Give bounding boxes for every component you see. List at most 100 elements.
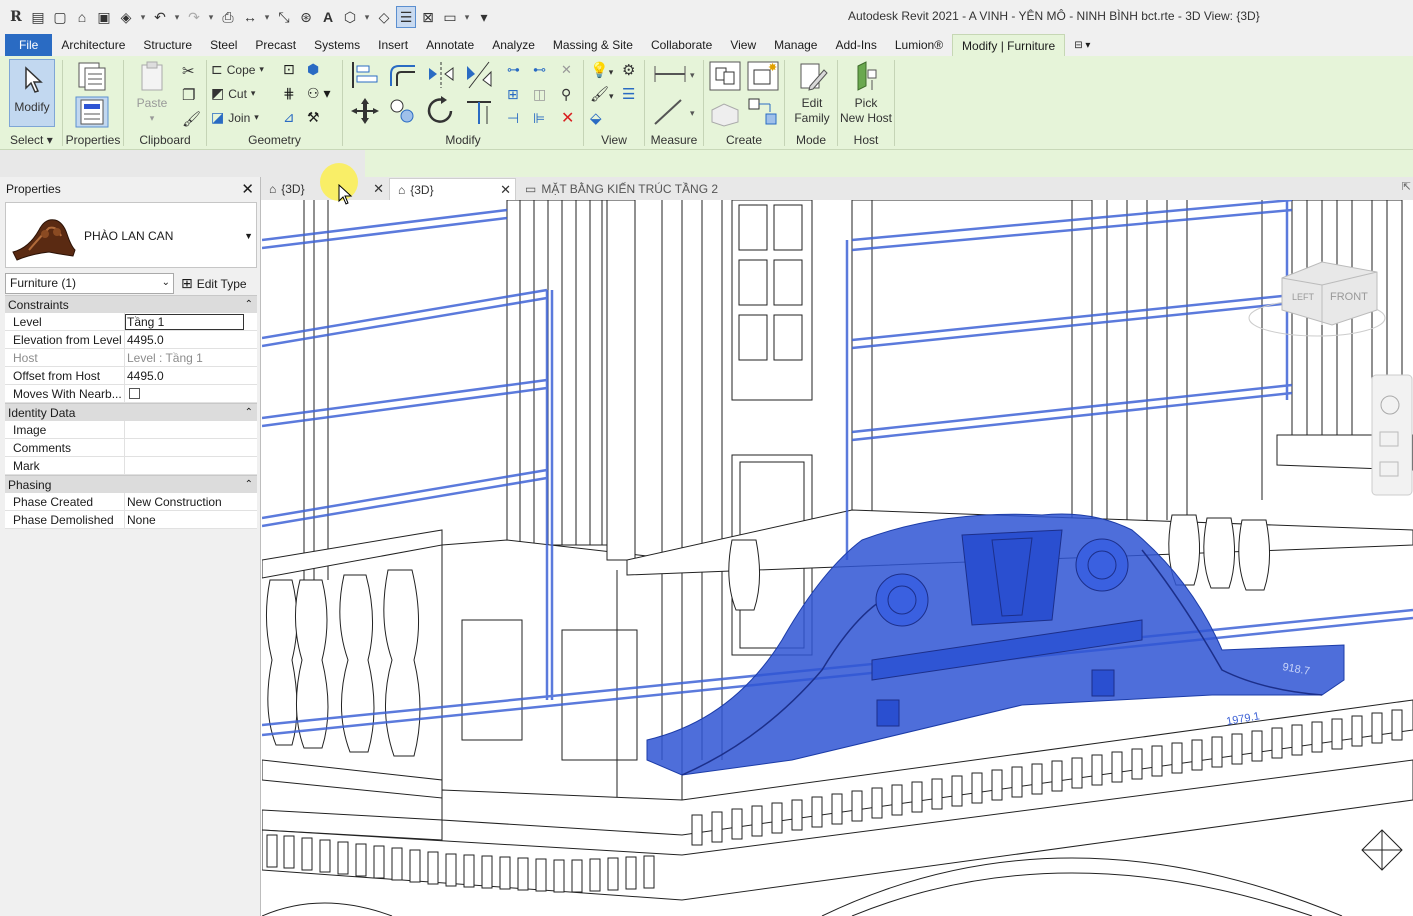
copy-element-icon[interactable] (387, 96, 419, 126)
home-icon[interactable]: ▤ (28, 6, 48, 28)
tag-icon[interactable]: ⊛ (296, 6, 316, 28)
match-type-icon[interactable]: 🖌 (182, 110, 201, 128)
undo-dropdown-icon[interactable]: ▾ (172, 12, 182, 23)
tab-add-ins[interactable]: Add-Ins (826, 34, 885, 56)
move-icon[interactable] (349, 96, 381, 126)
instance-filter-select[interactable]: Furniture (1) ⌄ (5, 273, 174, 294)
filter-icon[interactable]: ☰ (622, 85, 635, 103)
beam-join-icon[interactable]: ⊿ (283, 109, 295, 126)
category-identity[interactable]: Identity Data ⌃ (5, 403, 257, 421)
split-gap-icon[interactable]: ⊷ (533, 62, 546, 78)
close-hidden-icon[interactable]: ⊠ (418, 6, 438, 28)
trim-multiple-icon[interactable]: ⊫ (533, 110, 545, 127)
switch-windows-icon[interactable]: ▭ (440, 6, 460, 28)
text-icon[interactable]: A (318, 6, 338, 28)
comments-value[interactable] (125, 439, 257, 456)
category-constraints[interactable]: Constraints ⌃ (5, 295, 257, 313)
new-icon[interactable]: ▢ (50, 6, 70, 28)
select-panel-label[interactable]: Select ▾ (0, 133, 62, 147)
properties-close-icon[interactable]: ✕ (241, 180, 254, 198)
create-assembly-icon[interactable] (708, 60, 742, 92)
tab-systems[interactable]: Systems (305, 34, 369, 56)
close-tab-icon[interactable]: ✕ (500, 182, 511, 198)
tab-analyze[interactable]: Analyze (483, 34, 544, 56)
tab-collaborate[interactable]: Collaborate (642, 34, 721, 56)
collapse-icon[interactable]: ⌃ (245, 299, 253, 310)
cut-scissors-icon[interactable]: ✂ (182, 62, 200, 80)
level-value[interactable]: Tầng 1 (125, 314, 244, 330)
wall-joins-icon[interactable]: ⋕ (283, 85, 295, 102)
tab-modify-furniture[interactable]: Modify | Furniture (952, 34, 1066, 56)
switch-dropdown-icon[interactable]: ▾ (462, 12, 472, 23)
pick-new-host-button[interactable]: Pick New Host (838, 60, 894, 126)
family-types-icon[interactable] (75, 60, 109, 92)
array-icon[interactable]: ⊞ (507, 86, 519, 103)
dimension-icon[interactable]: ⤡ (274, 6, 294, 28)
cut-geometry-button[interactable]: ◩ Cut ▾ (211, 85, 255, 102)
thin-lines-icon[interactable]: ☰ (396, 6, 416, 28)
image-value[interactable] (125, 421, 257, 438)
measure-between-icon[interactable]: ▾ (651, 62, 697, 86)
measure-dropdown-icon[interactable]: ▾ (262, 12, 272, 23)
3d-dropdown-icon[interactable]: ▾ (362, 12, 372, 23)
phase-demolished-value[interactable]: None (125, 511, 257, 528)
section-icon[interactable]: ◇ (374, 6, 394, 28)
ribbon-minimize-toggle[interactable]: ⊟ ▾ (1065, 34, 1099, 56)
default-3d-icon[interactable]: ⬡ (340, 6, 360, 28)
tab-insert[interactable]: Insert (369, 34, 417, 56)
properties-icon[interactable] (75, 96, 109, 128)
redo-icon[interactable]: ↷ (184, 6, 204, 28)
aligned-dimension-icon[interactable]: ▾ (651, 96, 697, 128)
mirror-draw-icon[interactable] (463, 60, 495, 90)
demolish-icon[interactable]: ⚇ ▾ (307, 85, 330, 102)
tab-architecture[interactable]: Architecture (52, 34, 134, 56)
mark-value[interactable] (125, 457, 257, 474)
paste-button[interactable]: Paste ▾ (132, 60, 172, 126)
align-icon[interactable] (349, 60, 381, 90)
hammer-icon[interactable]: ⚒ (307, 109, 320, 126)
split-face-icon[interactable]: ⊡ (283, 61, 295, 78)
offset-icon[interactable] (387, 60, 419, 90)
pin-icon[interactable]: ⚲ (561, 86, 571, 103)
collapse-icon[interactable]: ⌃ (245, 407, 253, 418)
category-phasing[interactable]: Phasing ⌃ (5, 475, 257, 493)
sync-dropdown-icon[interactable]: ▾ (138, 12, 148, 23)
tab-massing-site[interactable]: Massing & Site (544, 34, 642, 56)
tab-annotate[interactable]: Annotate (417, 34, 483, 56)
undo-icon[interactable]: ↶ (150, 6, 170, 28)
type-dropdown-icon[interactable]: ▼ (244, 231, 253, 241)
close-tab-icon[interactable]: ✕ (373, 181, 384, 197)
tab-precast[interactable]: Precast (246, 34, 305, 56)
view-cube-small-icon[interactable]: ⬙ (590, 109, 602, 127)
sync-icon[interactable]: ◈ (116, 6, 136, 28)
customize-icon[interactable]: ▾ (474, 6, 494, 28)
navigation-bar[interactable] (1371, 374, 1413, 496)
tab-view[interactable]: View (721, 34, 765, 56)
measure-icon[interactable]: ↔ (240, 6, 260, 28)
tab-overflow-icon[interactable]: ⇱ (1402, 180, 1411, 193)
view-tab-3d-2[interactable]: ⌂ {3D} ✕ (389, 178, 516, 200)
tab-structure[interactable]: Structure (134, 34, 201, 56)
join-button[interactable]: ◪ Join ▾ (211, 109, 259, 126)
edit-type-button[interactable]: ⊞ Edit Type (181, 273, 247, 294)
redo-dropdown-icon[interactable]: ▾ (206, 12, 216, 23)
tab-lumion[interactable]: Lumion® (886, 34, 952, 56)
open-icon[interactable]: ⌂ (72, 6, 92, 28)
linework-brush-icon[interactable]: 🖌▾ (590, 85, 614, 103)
tab-manage[interactable]: Manage (765, 34, 826, 56)
paint-icon[interactable]: ⬢ (307, 61, 319, 78)
3d-viewport[interactable]: 918.7 1979.1 LEFT FRONT (262, 200, 1413, 916)
unpin-icon[interactable]: ✕ (561, 62, 572, 78)
create-group-icon[interactable] (708, 96, 742, 128)
tab-file[interactable]: File (5, 34, 53, 56)
revit-logo[interactable]: R (6, 6, 26, 28)
copy-icon[interactable]: ❐ (182, 86, 200, 104)
elevation-value[interactable]: 4495.0 (125, 331, 257, 348)
print-icon[interactable]: ⎙ (218, 6, 238, 28)
cope-button[interactable]: ⊏ Cope ▾ (211, 61, 264, 78)
save-icon[interactable]: ▣ (94, 6, 114, 28)
collapse-icon[interactable]: ⌃ (245, 479, 253, 490)
trim-single-icon[interactable]: ⊣ (507, 110, 519, 127)
scale-icon[interactable]: ◫ (533, 86, 546, 103)
phase-created-value[interactable]: New Construction (125, 493, 257, 510)
